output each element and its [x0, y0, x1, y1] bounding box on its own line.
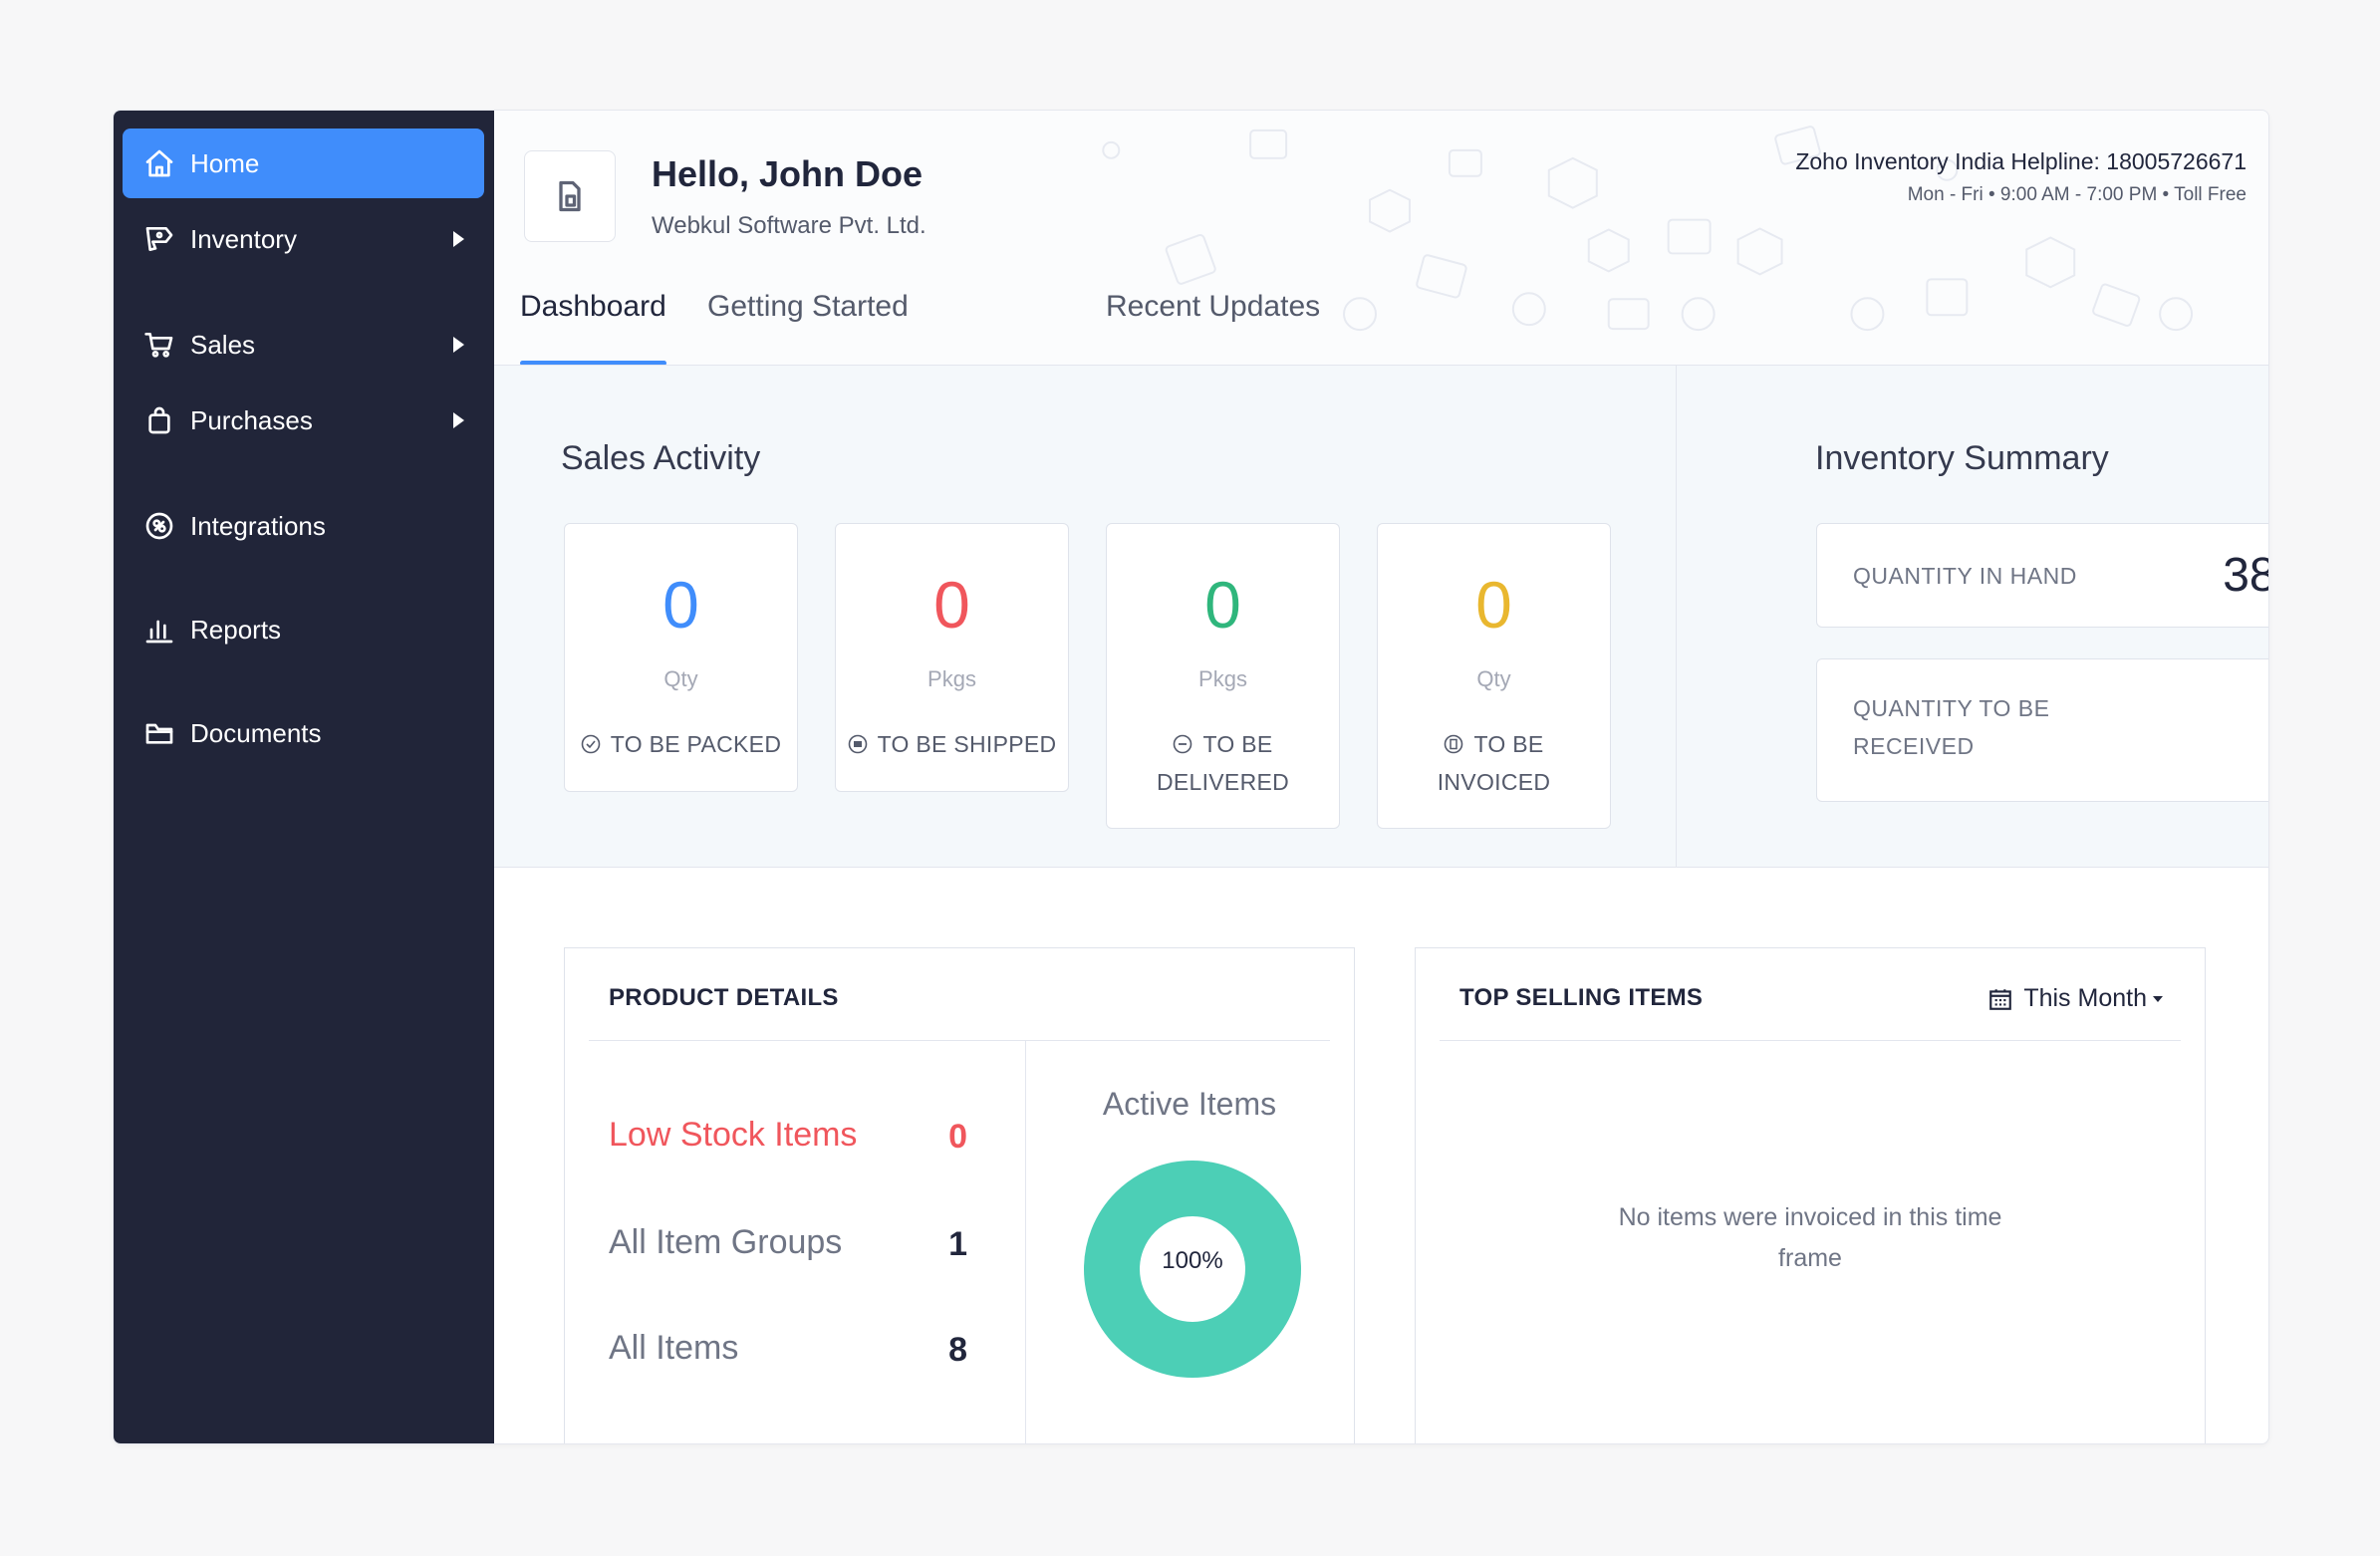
check-circle-icon [581, 734, 601, 754]
to-be-shipped-unit: Pkgs [927, 666, 976, 691]
sidebar-item-label: Documents [190, 717, 322, 748]
sidebar-item-label: Inventory [190, 223, 297, 254]
all-item-groups-label: All Item Groups [609, 1223, 843, 1261]
sidebar-item-integrations[interactable]: Integrations [123, 491, 484, 561]
to-be-invoiced-value: 0 [1475, 568, 1512, 642]
tab-dashboard[interactable]: Dashboard [520, 290, 666, 365]
reports-icon [142, 613, 176, 647]
quantity-in-hand-box: QUANTITY IN HAND 3899 [1816, 523, 2268, 628]
bag-icon [142, 403, 176, 437]
sidebar-item-label: Integrations [190, 510, 326, 541]
empty-state-message: No items were invoiced in this time frame [1618, 1203, 2002, 1272]
to-be-packed-status: TO BE PACKED [575, 725, 787, 763]
sidebar-item-home[interactable]: Home [123, 129, 484, 198]
active-items-title: Active Items [1102, 1086, 1277, 1122]
chevron-down-icon [2153, 995, 2163, 1002]
greeting-title: Hello, John Doe [652, 153, 924, 194]
integrations-icon [142, 509, 176, 543]
section-divider [1676, 366, 1677, 867]
to-be-delivered-value: 0 [1204, 568, 1241, 642]
panel-divider [589, 1040, 1330, 1041]
truck-circle-icon [848, 734, 867, 754]
top-selling-items-title: TOP SELLING ITEMS [1459, 984, 1704, 1011]
dashboard-header: Hello, John Doe Webkul Software Pvt. Ltd… [494, 111, 2268, 366]
product-details-panel: PRODUCT DETAILS Low Stock Items 0 All It… [564, 947, 1355, 1443]
chevron-right-icon [453, 337, 464, 353]
low-stock-items-row[interactable]: Low Stock Items 0 [609, 1116, 967, 1166]
sidebar: Home Inventory Sales Purchases Integrati… [114, 111, 494, 1443]
period-dropdown-label: This Month [2023, 984, 2147, 1012]
all-items-label: All Items [609, 1329, 739, 1367]
chevron-right-icon [453, 412, 464, 428]
panel-divider [1440, 1040, 2181, 1041]
to-be-invoiced-status: TO BE INVOICED [1437, 731, 1551, 795]
inventory-summary-title: Inventory Summary [1815, 439, 2109, 477]
sidebar-item-documents[interactable]: Documents [123, 698, 484, 768]
active-items-percent-label: 100% [1162, 1247, 1223, 1274]
helpline-hours: Mon - Fri • 9:00 AM - 7:00 PM • Toll Fre… [1907, 184, 2247, 205]
folder-icon [142, 716, 176, 750]
to-be-shipped-card[interactable]: 0 Pkgs TO BE SHIPPED [835, 523, 1069, 792]
all-item-groups-value: 1 [948, 1225, 967, 1263]
to-be-delivered-status: TO BE DELIVERED [1156, 731, 1290, 795]
sidebar-item-sales[interactable]: Sales [123, 310, 484, 380]
quantity-to-be-received-box: QUANTITY TO BERECEIVED 0 [1816, 658, 2268, 802]
sidebar-item-label: Sales [190, 329, 256, 360]
to-be-invoiced-card[interactable]: 0 Qty TO BE INVOICED [1377, 523, 1611, 829]
calendar-icon [1989, 988, 2012, 1010]
to-be-invoiced-unit: Qty [1476, 666, 1511, 691]
to-be-packed-unit: Qty [663, 666, 698, 691]
app-window: Home Inventory Sales Purchases Integrati… [113, 110, 2269, 1444]
period-dropdown[interactable]: This Month [1987, 984, 2163, 1013]
to-be-packed-value: 0 [662, 568, 699, 642]
chevron-right-icon [453, 231, 464, 247]
organization-logo[interactable] [524, 150, 616, 242]
quantity-to-be-received-label: QUANTITY TO BE RECEIVED [1853, 695, 2050, 759]
sidebar-item-reports[interactable]: Reports [123, 595, 484, 664]
invoice-circle-icon [1445, 734, 1463, 754]
sidebar-item-label: Purchases [190, 404, 313, 435]
home-icon [142, 146, 176, 180]
product-details-title: PRODUCT DETAILS [609, 984, 839, 1011]
quantity-in-hand-value: 3899 [2223, 549, 2268, 602]
all-items-row[interactable]: All Items 8 [609, 1329, 967, 1379]
helpline-text: Zoho Inventory India Helpline: 180057266… [1795, 148, 2247, 174]
to-be-delivered-unit: Pkgs [1198, 666, 1247, 691]
document-icon [559, 180, 581, 212]
dots-circle-icon [1174, 734, 1192, 754]
quantity-in-hand-label: QUANTITY IN HAND [1853, 563, 2077, 589]
sidebar-item-label: Reports [190, 614, 282, 645]
to-be-delivered-card[interactable]: 0 Pkgs TO BE DELIVERED [1106, 523, 1340, 829]
sales-activity-section: Sales Activity 0 Qty TO BE PACKED 0 Pkgs… [494, 366, 2268, 868]
tab-getting-started[interactable]: Getting Started [707, 290, 909, 365]
top-selling-items-panel: TOP SELLING ITEMS This Month No items we… [1415, 947, 2206, 1443]
sidebar-item-label: Home [190, 147, 260, 178]
all-items-value: 8 [948, 1331, 967, 1369]
inventory-icon [142, 222, 176, 256]
to-be-packed-card[interactable]: 0 Qty TO BE PACKED [564, 523, 798, 792]
to-be-shipped-status: TO BE SHIPPED [846, 725, 1058, 763]
organization-name: Webkul Software Pvt. Ltd. [652, 212, 926, 239]
cart-icon [142, 328, 176, 362]
sidebar-item-inventory[interactable]: Inventory [123, 204, 484, 274]
low-stock-items-value: 0 [948, 1118, 967, 1156]
low-stock-items-label: Low Stock Items [609, 1116, 858, 1154]
tab-recent-updates[interactable]: Recent Updates [1106, 290, 1320, 365]
all-item-groups-row[interactable]: All Item Groups 1 [609, 1223, 967, 1273]
to-be-shipped-value: 0 [933, 568, 970, 642]
sales-activity-title: Sales Activity [561, 439, 761, 477]
sidebar-item-purchases[interactable]: Purchases [123, 386, 484, 455]
